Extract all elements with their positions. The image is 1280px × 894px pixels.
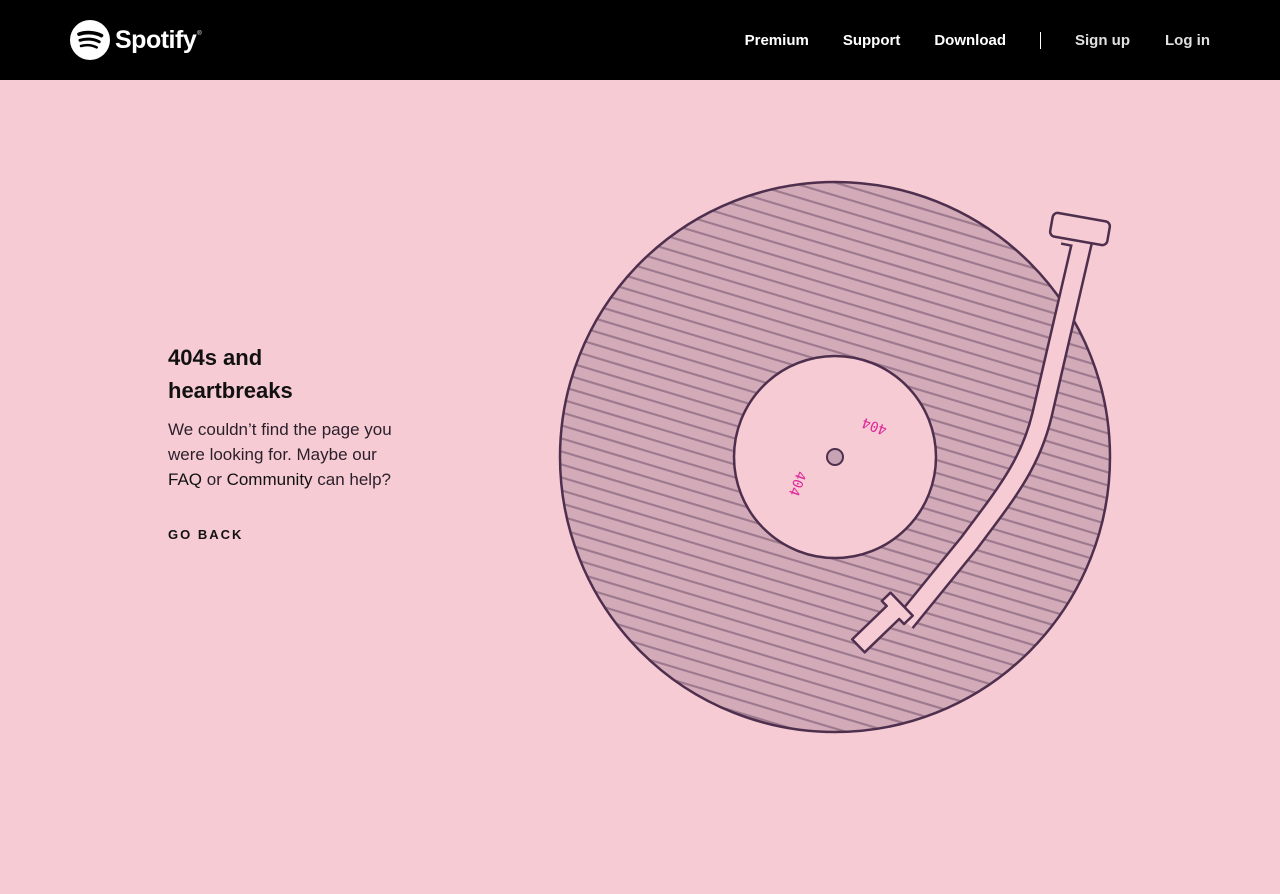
nav-divider [1040, 31, 1041, 49]
go-back-link[interactable]: GO BACK [168, 527, 243, 542]
record-spindle-hole [826, 448, 844, 466]
nav-link-sign-up[interactable]: Sign up [1075, 32, 1130, 49]
spotify-logo-icon [70, 20, 110, 60]
nav-link-log-in[interactable]: Log in [1165, 32, 1210, 49]
vinyl-record-illustration: 404 404 [558, 180, 1112, 734]
tonearm-counterweight [1048, 211, 1112, 247]
logo-trademark: ® [197, 31, 202, 37]
community-link[interactable]: Community [227, 470, 313, 489]
main-nav: Premium Support Download Sign up Log in [745, 0, 1210, 80]
message-text-part-3: can help? [312, 470, 391, 489]
faq-link[interactable]: FAQ [168, 470, 202, 489]
spotify-logo-link[interactable]: Spotify ® [70, 20, 202, 60]
error-content: 404s and heartbreaks We couldn’t find th… [168, 341, 418, 544]
page-title: 404s and heartbreaks [168, 345, 293, 403]
nav-link-download[interactable]: Download [934, 32, 1006, 49]
nav-link-premium[interactable]: Premium [745, 32, 809, 49]
turntable-illustration: 404 404 [540, 160, 1140, 760]
error-message: We couldn’t find the page you were looki… [168, 417, 408, 492]
message-text-part-1: We couldn’t find the page you were looki… [168, 420, 392, 464]
nav-link-support[interactable]: Support [843, 32, 901, 49]
message-text-part-2: or [202, 470, 227, 489]
logo-wordmark: Spotify [115, 25, 197, 54]
top-navigation-bar: Spotify ® Premium Support Download Sign … [0, 0, 1280, 80]
